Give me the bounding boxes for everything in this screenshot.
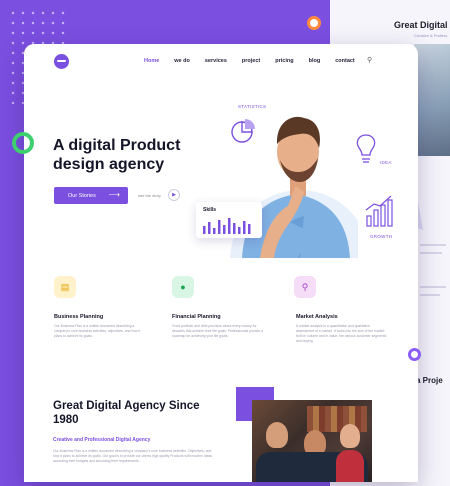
feature-text-business-planning: Our Business Plan is a written document …: [54, 324, 141, 338]
chart-icon: ▤: [54, 276, 76, 298]
idea-label: IDEA: [380, 160, 392, 165]
growth-chart-doodle-icon: [365, 195, 393, 227]
skills-bar-chart: [203, 218, 251, 234]
logo-icon[interactable]: [54, 54, 69, 69]
play-icon[interactable]: ▶: [168, 189, 180, 201]
violet-ring-decoration: [408, 348, 421, 361]
landing-page-card: Home we do services project pricing blog…: [24, 44, 418, 482]
back-page-text-line: [420, 244, 446, 246]
lightbulb-doodle-icon: [356, 134, 376, 163]
green-ring-decoration: [12, 132, 34, 154]
team-person-head: [340, 424, 360, 448]
statistics-label: STATISTICS: [238, 104, 267, 109]
back-page-text-line: [420, 286, 446, 288]
back-page-text-line: [420, 294, 440, 296]
our-stories-button[interactable]: Our Stories ⟶: [54, 187, 128, 204]
money-hand-icon: ●: [172, 276, 194, 298]
skills-title: Skills: [203, 207, 217, 213]
team-photo: [252, 400, 372, 482]
back-page-title: Great Digital A: [394, 20, 450, 30]
back-page-photo: [414, 44, 450, 156]
see-story-link[interactable]: see the story: [138, 193, 161, 198]
nav-item-project[interactable]: project: [242, 58, 260, 64]
nav-item-we-do[interactable]: we do: [174, 58, 190, 64]
growth-label: GROWTH: [370, 234, 393, 239]
nav-item-contact[interactable]: contact: [335, 58, 355, 64]
skills-card: Skills: [196, 202, 262, 238]
back-page-subtitle: Creative & Profess: [414, 33, 448, 38]
feature-title-business-planning: Business Planning: [54, 314, 104, 320]
search-icon[interactable]: ⚲: [367, 56, 372, 64]
about-text: Our Business Plan is a written document …: [53, 449, 213, 463]
main-nav: Home we do services project pricing blog…: [144, 58, 355, 64]
hero-title: A digital Product design agency: [53, 137, 181, 173]
arrow-right-icon: ⟶: [108, 190, 120, 199]
feature-title-market-analysis: Market Analysis: [296, 314, 338, 320]
nav-item-blog[interactable]: blog: [309, 58, 321, 64]
about-title: Great Digital Agency Since 1980: [53, 400, 200, 426]
nav-item-pricing[interactable]: pricing: [275, 58, 293, 64]
nav-item-services[interactable]: services: [205, 58, 227, 64]
back-page-heading: a Proje: [416, 376, 443, 385]
team-person-head: [266, 422, 288, 448]
orange-ring-decoration: [307, 16, 321, 30]
feature-title-financial-planning: Financial Planning: [172, 314, 221, 320]
feature-text-market-analysis: A market analysis is a quantitative and …: [296, 324, 387, 343]
magnifier-icon: ⚲: [294, 276, 316, 298]
our-stories-label: Our Stories: [68, 192, 96, 199]
back-page-text-line: [420, 252, 442, 254]
feature-text-financial-planning: Good portfolio and debt provision about …: [172, 324, 264, 338]
about-subtitle: Creative and Professional Digital Agency: [53, 437, 151, 443]
nav-item-home[interactable]: Home: [144, 58, 159, 64]
team-person-red-shirt: [336, 450, 364, 482]
pie-chart-doodle-icon: [231, 119, 255, 143]
